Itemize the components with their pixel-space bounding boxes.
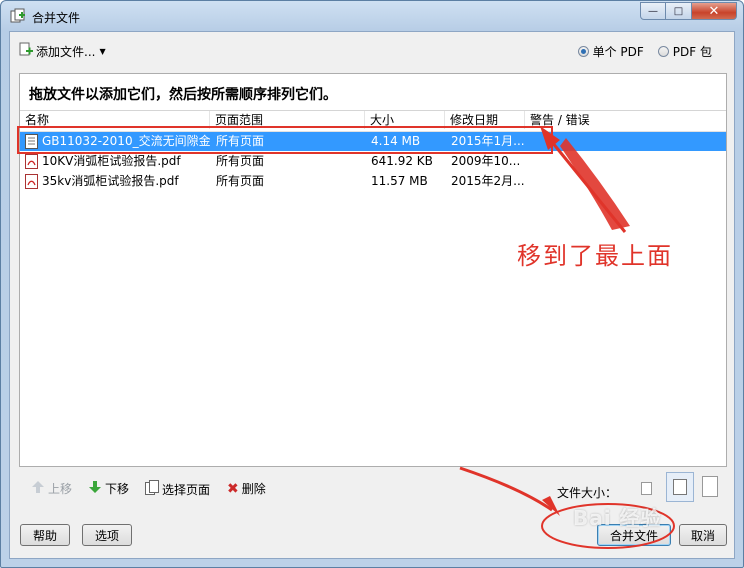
combine-app-icon	[10, 8, 26, 24]
table-row[interactable]: 10KV消弧柜试验报告.pdf 所有页面 641.92 KB 2009年10..…	[20, 152, 726, 171]
column-header-date[interactable]: 修改日期	[445, 111, 525, 129]
row-name: GB11032-2010_交流无间隙金...	[42, 134, 210, 148]
pages-icon	[145, 480, 159, 498]
file-size-default-frame[interactable]	[666, 472, 694, 502]
move-down-label: 下移	[105, 482, 130, 496]
arrow-up-icon	[31, 480, 45, 497]
toolbar: 添加文件... ▼ 单个 PDF PDF 包	[10, 32, 734, 70]
table-row[interactable]: GB11032-2010_交流无间隙金... 所有页面 4.14 MB 2015…	[20, 132, 726, 151]
column-header-name[interactable]: 名称	[20, 111, 210, 129]
maximize-button[interactable]: □	[666, 2, 692, 20]
maximize-icon: □	[673, 5, 684, 17]
file-size-small-icon[interactable]	[641, 482, 652, 495]
delete-icon: ✖	[227, 480, 239, 497]
row-name: 10KV消弧柜试验报告.pdf	[42, 154, 181, 168]
output-type-group: 单个 PDF PDF 包	[577, 43, 712, 60]
window-title: 合并文件	[32, 11, 81, 25]
arrow-down-icon	[88, 480, 102, 497]
row-date: 2015年2月...	[451, 174, 525, 188]
pdf-icon	[25, 154, 38, 169]
radio-single-pdf-label: 单个 PDF	[592, 45, 644, 59]
help-button[interactable]: 帮助	[20, 524, 70, 546]
column-header-size[interactable]: 大小	[365, 111, 445, 129]
file-size-default-icon	[673, 479, 687, 495]
watermark: Bai 经验	[573, 506, 662, 530]
cancel-button[interactable]: 取消	[679, 524, 727, 546]
instruction-text: 拖放文件以添加它们，然后按所需顺序排列它们。	[29, 87, 337, 103]
combine-files-window: 合并文件 — □ ✕ 添加文件... ▼ 单个 PDF PDF 包 拖放文件以添…	[0, 0, 744, 568]
title-bar: 合并文件 — □ ✕	[1, 1, 743, 31]
table-header: 名称 页面范围 大小 修改日期 警告 / 错误	[20, 110, 726, 132]
radio-pdf-package[interactable]: PDF 包	[657, 43, 712, 60]
column-header-warning[interactable]: 警告 / 错误	[525, 111, 725, 129]
table-row[interactable]: 35kv消弧柜试验报告.pdf 所有页面 11.57 MB 2015年2月...	[20, 172, 726, 191]
row-date: 2015年1月...	[451, 134, 525, 148]
annotation-label: 移到了最上面	[517, 242, 673, 270]
column-header-range[interactable]: 页面范围	[210, 111, 365, 129]
minimize-icon: —	[648, 5, 658, 17]
radio-single-pdf[interactable]: 单个 PDF	[577, 43, 644, 60]
file-size-large-icon[interactable]	[702, 476, 718, 497]
pdf-icon	[25, 174, 38, 189]
row-range: 所有页面	[216, 154, 265, 168]
document-icon	[25, 134, 38, 149]
add-files-label: 添加文件...	[36, 45, 96, 59]
radio-pdf-package-label: PDF 包	[672, 45, 712, 59]
row-date: 2009年10...	[451, 154, 521, 168]
close-icon: ✕	[708, 3, 720, 19]
dialog-body: 添加文件... ▼ 单个 PDF PDF 包 拖放文件以添加它们，然后按所需顺序…	[9, 31, 735, 559]
file-size-label: 文件大小：	[556, 486, 617, 500]
move-up-button[interactable]: 上移	[31, 480, 72, 497]
add-files-icon	[18, 42, 34, 61]
move-up-label: 上移	[48, 482, 73, 496]
row-size: 641.92 KB	[371, 154, 433, 168]
close-button[interactable]: ✕	[692, 2, 737, 20]
row-name: 35kv消弧柜试验报告.pdf	[42, 174, 179, 188]
radio-button-icon	[577, 46, 589, 57]
delete-button[interactable]: ✖ 删除	[227, 480, 266, 497]
move-down-button[interactable]: 下移	[88, 480, 129, 497]
dropdown-arrow-icon: ▼	[99, 47, 106, 56]
choose-pages-label: 选择页面	[162, 482, 211, 497]
row-range: 所有页面	[216, 174, 265, 188]
choose-pages-button[interactable]: 选择页面	[145, 480, 210, 498]
options-button[interactable]: 选项	[82, 524, 132, 546]
row-range: 所有页面	[216, 134, 265, 148]
delete-label: 删除	[241, 482, 266, 496]
radio-button-icon	[657, 46, 669, 57]
minimize-button[interactable]: —	[640, 2, 666, 20]
row-size: 4.14 MB	[371, 134, 421, 148]
row-size: 11.57 MB	[371, 174, 428, 188]
add-files-button[interactable]: 添加文件... ▼	[18, 42, 106, 61]
